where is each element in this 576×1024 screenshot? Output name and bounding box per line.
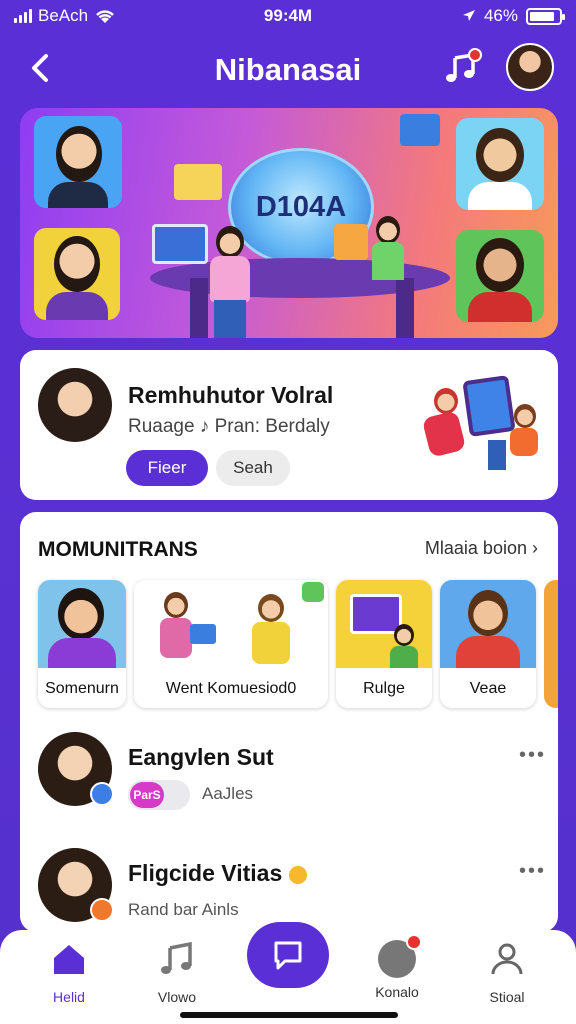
nav-label: Stioal bbox=[489, 989, 525, 1005]
nav-notifications[interactable]: Konalo bbox=[352, 934, 442, 1000]
thumb-label: Rulge bbox=[363, 680, 405, 697]
profile-card[interactable]: Remhuhutor Volral Ruaage ♪ Pran: Berdaly… bbox=[20, 350, 558, 500]
center-person-illustration bbox=[206, 226, 254, 338]
music-note-icon bbox=[161, 941, 192, 974]
hero-banner[interactable]: D104A bbox=[20, 108, 558, 338]
music-button[interactable] bbox=[444, 48, 482, 86]
person-icon bbox=[491, 943, 523, 975]
more-options-icon[interactable]: ••• bbox=[519, 744, 546, 767]
globe-text: D104A bbox=[255, 191, 347, 223]
chevron-right-icon: › bbox=[532, 538, 538, 558]
right-person-illustration bbox=[370, 216, 406, 280]
community-thumb[interactable]: Veae bbox=[440, 580, 536, 708]
follow-button[interactable]: Fieer bbox=[126, 450, 208, 486]
emoji-icon bbox=[288, 865, 307, 884]
community-thumb-partial[interactable] bbox=[544, 580, 558, 708]
location-icon bbox=[462, 10, 475, 21]
bottom-nav: Helid Vlowo Konalo Stioal bbox=[0, 922, 576, 1024]
profile-illustration bbox=[404, 370, 544, 478]
notification-badge bbox=[406, 934, 422, 950]
community-thumb[interactable]: Went Komuesiod0 bbox=[134, 580, 328, 708]
hero-tile-bottom-right bbox=[456, 230, 544, 322]
thumb-label: Went Komuesiod0 bbox=[165, 680, 297, 697]
battery-icon bbox=[526, 7, 565, 25]
board-illustration bbox=[174, 164, 222, 200]
profile-name: Remhuhutor Volral bbox=[128, 382, 334, 408]
thumb-label: Somenurn bbox=[45, 680, 119, 697]
chat-row[interactable]: Eangvlen Sut ParS AaJles ••• bbox=[38, 732, 548, 822]
status-right: 46% bbox=[462, 6, 565, 26]
battery-percent: 46% bbox=[483, 6, 518, 25]
app-header: Nibanasai bbox=[0, 40, 576, 100]
see-more-link[interactable]: Mlaaia boion › bbox=[425, 538, 538, 559]
community-thumb[interactable]: Somenurn bbox=[38, 580, 126, 708]
tag-label: ParS bbox=[130, 782, 164, 808]
nav-center-button[interactable] bbox=[247, 922, 329, 988]
chat-subtitle: AaJles bbox=[202, 784, 254, 803]
check-badge-icon bbox=[90, 898, 114, 922]
chat-name-text: Fligcide Vitias bbox=[128, 860, 283, 886]
nav-home[interactable]: Helid bbox=[24, 940, 114, 1005]
section-title: MOMUNITRANS bbox=[38, 538, 198, 561]
nav-music[interactable]: Vlowo bbox=[132, 940, 222, 1005]
more-options-icon[interactable]: ••• bbox=[519, 860, 546, 883]
profile-subtitle: Ruaage ♪ Pran: Berdaly bbox=[128, 416, 330, 437]
profile-avatar[interactable] bbox=[38, 368, 112, 442]
laptop-illustration bbox=[152, 224, 208, 264]
nav-label: Konalo bbox=[375, 984, 419, 1000]
notification-dot bbox=[468, 48, 482, 62]
chat-name: Fligcide Vitias bbox=[128, 860, 307, 887]
hero-tile-bottom-left bbox=[34, 228, 120, 320]
nav-label: Vlowo bbox=[157, 989, 197, 1005]
chart-card-illustration bbox=[400, 114, 440, 146]
community-section: MOMUNITRANS Mlaaia boion › Somenurn Went… bbox=[20, 512, 558, 932]
hero-tile-top-right bbox=[456, 118, 544, 210]
chat-subtitle: Rand bar Ainls bbox=[128, 900, 239, 919]
page-title: Nibanasai bbox=[214, 52, 362, 87]
chat-tag: ParS bbox=[128, 780, 190, 810]
home-indicator bbox=[180, 1012, 398, 1018]
chat-bubble-icon bbox=[274, 941, 302, 970]
note-card-illustration bbox=[334, 224, 368, 260]
user-avatar[interactable] bbox=[506, 43, 554, 91]
secondary-button[interactable]: Seah bbox=[216, 450, 290, 486]
verified-icon bbox=[90, 782, 114, 806]
community-thumb[interactable]: Rulge bbox=[336, 580, 432, 708]
home-icon bbox=[54, 945, 84, 974]
status-bar: BeAch 99:4M 46% bbox=[0, 0, 576, 34]
hero-tile-top-left bbox=[34, 116, 122, 208]
nav-label: Helid bbox=[53, 989, 85, 1005]
see-more-label: Mlaaia boion bbox=[424, 538, 527, 558]
nav-profile[interactable]: Stioal bbox=[462, 940, 552, 1005]
notification-icon bbox=[378, 934, 422, 978]
thumb-label: Veae bbox=[469, 680, 507, 697]
chat-name: Eangvlen Sut bbox=[128, 744, 274, 770]
